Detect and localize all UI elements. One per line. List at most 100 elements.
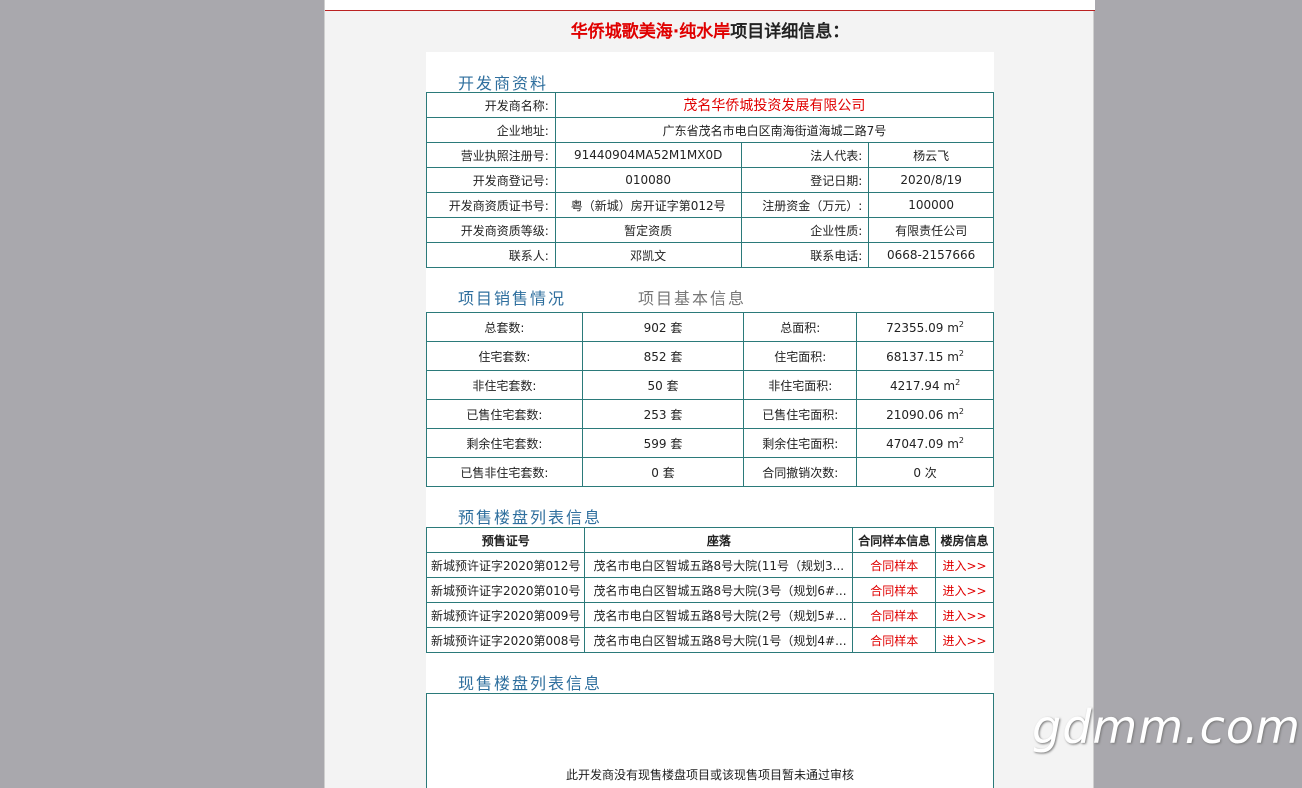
page-title: 华侨城歌美海·纯水岸项目详细信息：: [325, 17, 1095, 42]
developer-label: 企业性质:: [740, 217, 870, 243]
presale-location: 茂名市电白区智城五路8号大院(3号（规划6#...: [584, 577, 854, 603]
sales-value: 4217.94 m2: [856, 370, 994, 400]
developer-label: 注册资金（万元）:: [740, 192, 870, 218]
developer-row: 开发商名称: 茂名华侨城投资发展有限公司: [426, 92, 995, 118]
unit-superscript: 2: [958, 435, 964, 445]
sales-table: 总套数: 902 套总面积: 72355.09 m2 住宅套数: 852 套住宅面积: 6…: [426, 312, 994, 487]
developer-value: 茂名华侨城投资发展有限公司: [554, 92, 995, 118]
developer-label: 企业地址:: [426, 117, 556, 143]
unit-superscript: 2: [955, 377, 961, 387]
header-building: 楼房信息: [935, 527, 994, 553]
sales-label: 已售非住宅套数:: [426, 457, 583, 487]
sales-value: 253 套: [581, 399, 745, 429]
developer-value: 粤（新城）房开证字第012号: [554, 192, 742, 218]
developer-value: 2020/8/19: [868, 167, 994, 193]
contract-sample-link[interactable]: 合同样本: [852, 577, 937, 603]
presale-section-title: 预售楼盘列表信息: [458, 508, 603, 527]
sales-row: 剩余住宅套数: 599 套剩余住宅面积: 47047.09 m2: [426, 428, 994, 458]
presale-location: 茂名市电白区智城五路8号大院(2号（规划5#...: [584, 602, 854, 628]
sales-value: 50 套: [581, 370, 745, 400]
empty-message: 此开发商没有现售楼盘项目或该现售项目暂未通过审核: [565, 768, 854, 782]
developer-value: 91440904MA52M1MX0D: [554, 142, 742, 168]
sales-value: 0 套: [581, 457, 745, 487]
sales-label: 剩余住宅面积:: [743, 428, 858, 458]
developer-row: 开发商登记号: 010080 登记日期: 2020/8/19: [426, 167, 994, 193]
sales-label: 总面积:: [743, 312, 858, 342]
sales-row: 总套数: 902 套总面积: 72355.09 m2: [426, 312, 994, 342]
top-nav-strip: [325, 0, 1095, 11]
sales-label: 已售住宅套数:: [426, 399, 583, 429]
sales-label: 非住宅面积:: [743, 370, 858, 400]
current-sale-section-title: 现售楼盘列表信息: [458, 674, 603, 693]
table-row: 新城预许证字2020第012号 茂名市电白区智城五路8号大院(11号（规划3...…: [425, 552, 994, 578]
unit-superscript: 2: [958, 406, 964, 416]
developer-row: 联系人: 邓凯文 联系电话: 0668-2157666: [426, 242, 994, 268]
enter-building-link[interactable]: 进入>>: [935, 602, 994, 628]
presale-location: 茂名市电白区智城五路8号大院(11号（规划3...: [584, 552, 854, 578]
developer-label: 开发商名称:: [426, 92, 556, 118]
developer-label: 开发商资质等级:: [426, 217, 556, 243]
tab-sales-status[interactable]: 项目销售情况: [458, 285, 566, 309]
presale-cert: 新城预许证字2020第009号: [425, 602, 586, 628]
watermark-logo: gdmm.com: [1032, 700, 1301, 754]
sales-value: 21090.06 m2: [856, 399, 994, 429]
sales-value: 0 次: [856, 457, 994, 487]
developer-label: 营业执照注册号:: [426, 142, 556, 168]
sales-value-text: 4217.94 m: [889, 378, 956, 393]
sales-label: 总套数:: [426, 312, 583, 342]
sales-value: 47047.09 m2: [856, 428, 994, 458]
developer-value: 100000: [868, 192, 994, 218]
developer-label: 联系电话:: [740, 242, 870, 268]
presale-cert: 新城预许证字2020第012号: [425, 552, 586, 578]
developer-value: 广东省茂名市电白区南海街道海城二路7号: [554, 117, 995, 143]
sales-row: 已售非住宅套数: 0 套合同撤销次数: 0 次: [426, 457, 994, 487]
current-sale-box: 此开发商没有现售楼盘项目或该现售项目暂未通过审核: [426, 693, 994, 788]
table-row: 新城预许证字2020第008号 茂名市电白区智城五路8号大院(1号（规划4#...…: [425, 627, 994, 653]
developer-row: 开发商资质证书号: 粤（新城）房开证字第012号 注册资金（万元）: 100000: [426, 192, 994, 218]
header-cert: 预售证号: [425, 527, 586, 553]
sales-label: 住宅套数:: [426, 341, 583, 371]
presale-location: 茂名市电白区智城五路8号大院(1号（规划4#...: [584, 627, 854, 653]
developer-value: 杨云飞: [868, 142, 994, 168]
sales-value-text: 68137.15 m: [886, 349, 959, 364]
contract-sample-link[interactable]: 合同样本: [852, 552, 937, 578]
sales-value-text: 47047.09 m: [886, 436, 959, 451]
developer-label: 开发商登记号:: [426, 167, 556, 193]
sales-value: 852 套: [581, 341, 745, 371]
developer-label: 法人代表:: [740, 142, 870, 168]
presale-table: 预售证号 座落 合同样本信息 楼房信息 新城预许证字2020第012号 茂名市电白…: [425, 527, 994, 653]
sales-value-text: 21090.06 m: [886, 407, 959, 422]
developer-table: 开发商名称: 茂名华侨城投资发展有限公司 企业地址: 广东省茂名市电白区南海街道海城二…: [426, 92, 995, 268]
presale-cert: 新城预许证字2020第008号: [425, 627, 586, 653]
developer-value: 有限责任公司: [868, 217, 994, 243]
presale-cert: 新城预许证字2020第010号: [425, 577, 586, 603]
sales-label: 非住宅套数:: [426, 370, 583, 400]
developer-value: 010080: [554, 167, 742, 193]
header-contract: 合同样本信息: [852, 527, 937, 553]
sales-label: 剩余住宅套数:: [426, 428, 583, 458]
project-name: 华侨城歌美海·纯水岸: [570, 22, 731, 42]
sales-value: 902 套: [581, 312, 745, 342]
contract-sample-link[interactable]: 合同样本: [852, 627, 937, 653]
sales-label: 已售住宅面积:: [743, 399, 858, 429]
header-location: 座落: [584, 527, 854, 553]
developer-label: 登记日期:: [740, 167, 870, 193]
enter-building-link[interactable]: 进入>>: [935, 577, 994, 603]
table-row: 新城预许证字2020第010号 茂名市电白区智城五路8号大院(3号（规划6#...…: [425, 577, 994, 603]
developer-row: 开发商资质等级: 暂定资质 企业性质: 有限责任公司: [426, 217, 994, 243]
developer-label: 联系人:: [426, 242, 556, 268]
unit-superscript: 2: [958, 319, 964, 329]
tab-basic-info[interactable]: 项目基本信息: [638, 285, 746, 309]
title-suffix: 项目详细信息：: [730, 22, 850, 42]
developer-section-title: 开发商资料: [458, 74, 549, 93]
developer-value: 0668-2157666: [868, 242, 994, 268]
sales-row: 住宅套数: 852 套住宅面积: 68137.15 m2: [426, 341, 994, 371]
sales-value: 68137.15 m2: [856, 341, 994, 371]
developer-row: 营业执照注册号: 91440904MA52M1MX0D 法人代表: 杨云飞: [426, 142, 994, 168]
contract-sample-link[interactable]: 合同样本: [852, 602, 937, 628]
sales-value: 72355.09 m2: [856, 312, 994, 342]
enter-building-link[interactable]: 进入>>: [935, 552, 994, 578]
enter-building-link[interactable]: 进入>>: [935, 627, 994, 653]
content-panel: 开发商资料 开发商名称: 茂名华侨城投资发展有限公司 企业地址: 广东省茂名市电白区南…: [425, 52, 995, 788]
sales-value-text: 72355.09 m: [886, 320, 959, 335]
